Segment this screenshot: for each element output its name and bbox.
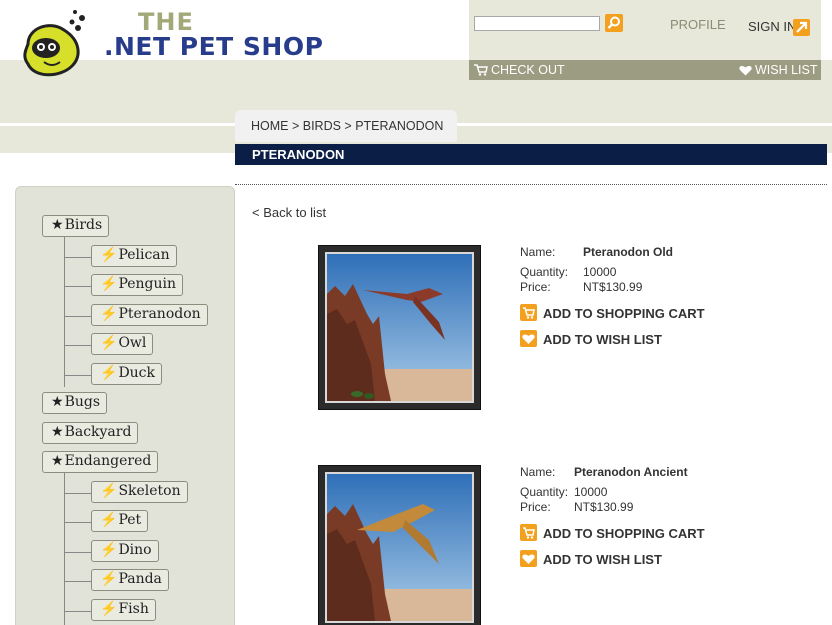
product-image[interactable] bbox=[318, 465, 481, 625]
heart-icon[interactable] bbox=[520, 330, 537, 347]
arrow-up-right-icon bbox=[796, 21, 808, 33]
logo-title: .NET PET SHOP bbox=[104, 32, 324, 61]
pteranodon-photo bbox=[327, 474, 472, 621]
add-to-cart-link[interactable]: ADD TO SHOPPING CART bbox=[543, 526, 705, 541]
tree-connector bbox=[64, 316, 91, 317]
heart-glyph bbox=[522, 334, 535, 344]
fish-logo-icon bbox=[23, 10, 85, 77]
product-image[interactable] bbox=[318, 245, 481, 410]
page-title: PTERANODON bbox=[252, 147, 345, 162]
tree-node-label: Duck bbox=[118, 365, 156, 381]
price-label: Price: bbox=[520, 280, 551, 294]
lightning-icon: ⚡ bbox=[100, 335, 118, 351]
tree-node-label: Pet bbox=[118, 512, 142, 528]
cart-icon[interactable] bbox=[520, 524, 537, 541]
tree-node-pet[interactable]: ⚡Pet bbox=[91, 510, 149, 532]
tree-node-label: Penguin bbox=[118, 276, 177, 292]
signin-arrow-icon[interactable] bbox=[793, 19, 810, 36]
lightning-icon: ⚡ bbox=[100, 365, 118, 381]
lightning-icon: ⚡ bbox=[100, 601, 118, 617]
heart-icon[interactable] bbox=[520, 550, 537, 567]
search-icon bbox=[607, 16, 620, 29]
cart-glyph bbox=[523, 527, 535, 539]
tree-node-label: Birds bbox=[64, 217, 103, 233]
heart-icon bbox=[739, 66, 752, 76]
add-to-wishlist-link[interactable]: ADD TO WISH LIST bbox=[543, 332, 662, 347]
cart-icon bbox=[474, 64, 488, 76]
lightning-icon: ⚡ bbox=[100, 512, 118, 528]
product-quantity: 10000 bbox=[583, 265, 617, 279]
add-to-cart-link[interactable]: ADD TO SHOPPING CART bbox=[543, 306, 705, 321]
search-input[interactable] bbox=[474, 16, 600, 31]
breadcrumb[interactable]: HOME > BIRDS > PTERANODON bbox=[235, 110, 457, 142]
quantity-label: Quantity: bbox=[520, 265, 569, 279]
tree-node-label: Panda bbox=[118, 571, 162, 587]
tree-node-pelican[interactable]: ⚡Pelican bbox=[91, 245, 177, 267]
tree-node-skeleton[interactable]: ⚡Skeleton bbox=[91, 481, 188, 503]
tree-connector bbox=[64, 611, 91, 612]
lightning-icon: ⚡ bbox=[100, 571, 118, 587]
search-button[interactable] bbox=[605, 14, 623, 32]
tree-connector bbox=[64, 552, 91, 553]
lightning-icon: ⚡ bbox=[100, 276, 118, 292]
tree-node-label: Backyard bbox=[64, 424, 132, 440]
tree-connector bbox=[64, 257, 91, 258]
back-to-list-link[interactable]: < Back to list bbox=[252, 205, 326, 220]
tree-connector bbox=[64, 473, 65, 625]
price-label: Price: bbox=[520, 500, 551, 514]
product-quantity: 10000 bbox=[574, 485, 608, 499]
add-to-wishlist-link[interactable]: ADD TO WISH LIST bbox=[543, 552, 662, 567]
tree-node-backyard[interactable]: ★Backyard bbox=[42, 422, 139, 444]
tree-node-bugs[interactable]: ★Bugs bbox=[42, 392, 108, 414]
tree-node-label: Skeleton bbox=[118, 483, 181, 499]
tree-connector bbox=[64, 522, 91, 523]
divider bbox=[235, 184, 827, 185]
tree-connector bbox=[64, 493, 91, 494]
tree-connector bbox=[64, 237, 65, 387]
tree-node-label: Fish bbox=[118, 601, 149, 617]
tree-node-duck[interactable]: ⚡Duck bbox=[91, 363, 163, 385]
star-icon: ★ bbox=[51, 453, 64, 469]
pteranodon-photo bbox=[327, 254, 472, 401]
product-price: NT$130.99 bbox=[583, 280, 643, 294]
profile-link[interactable]: PROFILE bbox=[670, 17, 726, 32]
name-label: Name: bbox=[520, 465, 556, 479]
tree-node-penguin[interactable]: ⚡Penguin bbox=[91, 274, 184, 296]
tree-node-endangered[interactable]: ★Endangered bbox=[42, 451, 159, 473]
lightning-icon: ⚡ bbox=[100, 306, 118, 322]
product-price: NT$130.99 bbox=[574, 500, 634, 514]
cart-glyph bbox=[523, 307, 535, 319]
wishlist-link[interactable]: WISH LIST bbox=[755, 63, 818, 77]
tree-node-birds[interactable]: ★Birds bbox=[42, 215, 110, 237]
lightning-icon: ⚡ bbox=[100, 542, 118, 558]
checkout-link[interactable]: CHECK OUT bbox=[491, 63, 565, 77]
cart-icon[interactable] bbox=[520, 304, 537, 321]
tree-node-dino[interactable]: ⚡Dino bbox=[91, 540, 159, 562]
tree-node-fish[interactable]: ⚡Fish bbox=[91, 599, 156, 621]
name-label: Name: bbox=[520, 245, 556, 259]
tree-connector bbox=[64, 581, 91, 582]
lightning-icon: ⚡ bbox=[100, 483, 118, 499]
tree-node-label: Dino bbox=[118, 542, 152, 558]
tree-node-pteranodon[interactable]: ⚡Pteranodon bbox=[91, 304, 208, 326]
star-icon: ★ bbox=[51, 217, 64, 233]
product-name: Pteranodon Ancient bbox=[574, 465, 688, 479]
star-icon: ★ bbox=[51, 424, 64, 440]
tree-node-owl[interactable]: ⚡Owl bbox=[91, 333, 154, 355]
heart-glyph bbox=[522, 554, 535, 564]
star-icon: ★ bbox=[51, 394, 64, 410]
tree-connector bbox=[64, 345, 91, 346]
tree-node-label: Bugs bbox=[64, 394, 101, 410]
tree-connector bbox=[64, 375, 91, 376]
lightning-icon: ⚡ bbox=[100, 247, 118, 263]
quantity-label: Quantity: bbox=[520, 485, 569, 499]
tree-node-label: Endangered bbox=[64, 453, 152, 469]
tree-node-label: Pteranodon bbox=[118, 306, 201, 322]
tree-node-label: Owl bbox=[118, 335, 147, 351]
product-name: Pteranodon Old bbox=[583, 245, 673, 259]
tree-node-label: Pelican bbox=[118, 247, 170, 263]
tree-node-panda[interactable]: ⚡Panda bbox=[91, 569, 169, 591]
signin-link[interactable]: SIGN IN bbox=[748, 19, 796, 34]
tree-connector bbox=[64, 286, 91, 287]
